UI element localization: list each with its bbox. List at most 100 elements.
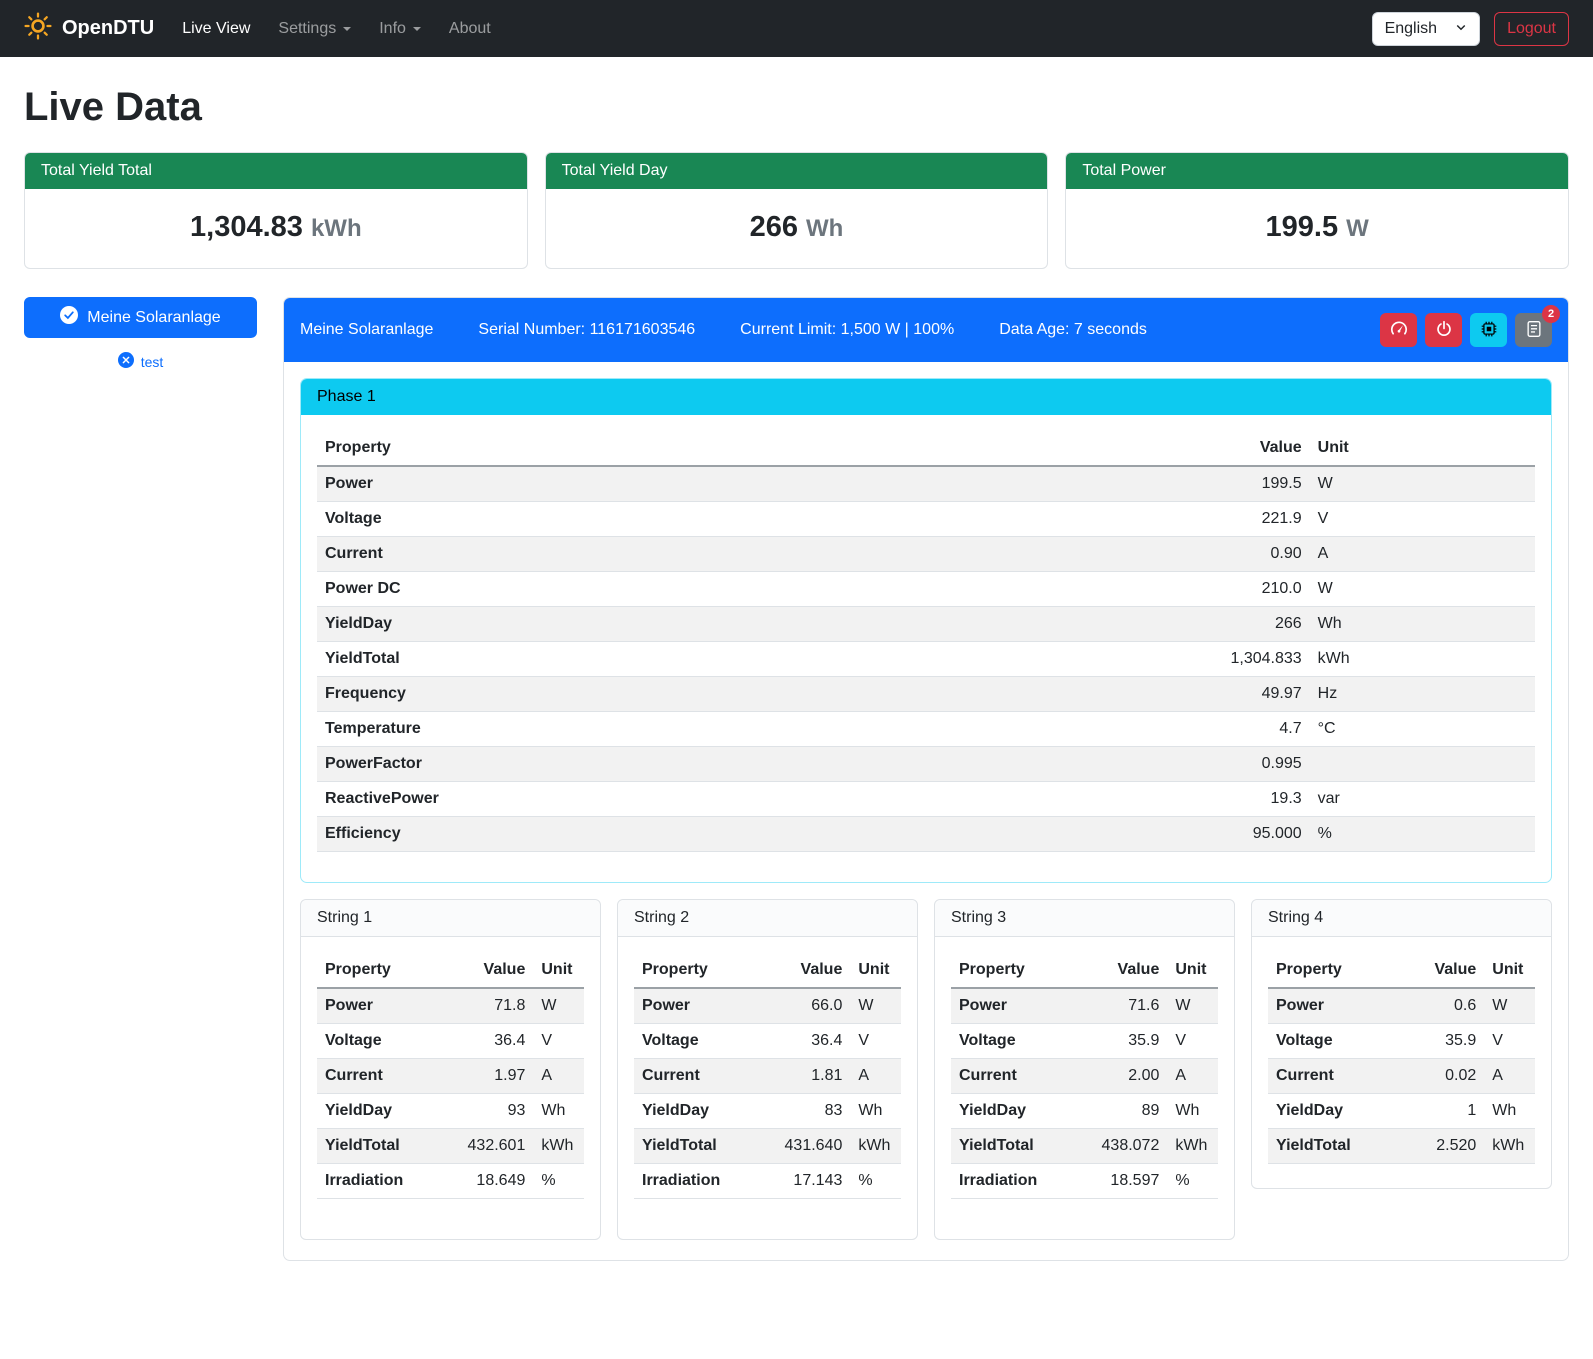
chevron-down-icon bbox=[413, 27, 421, 31]
cell-property: Irradiation bbox=[634, 1164, 777, 1199]
nav-info[interactable]: Info bbox=[379, 20, 421, 38]
nav-about[interactable]: About bbox=[449, 20, 491, 38]
cell-value: 431.640 bbox=[777, 1129, 851, 1164]
table-row: Voltage35.9V bbox=[1268, 1024, 1535, 1059]
cell-value: 18.597 bbox=[1094, 1164, 1168, 1199]
event-log-button[interactable]: 2 bbox=[1515, 313, 1552, 347]
cell-property: Current bbox=[634, 1059, 777, 1094]
main-nav: Live View Settings Info About bbox=[182, 20, 491, 38]
table-row: YieldTotal438.072kWh bbox=[951, 1129, 1218, 1164]
cell-value: 18.649 bbox=[460, 1164, 534, 1199]
cell-unit: W bbox=[1310, 572, 1535, 607]
device-info-button[interactable] bbox=[1470, 313, 1507, 347]
inverter-panel-body: Phase 1 Property Value Unit bbox=[284, 362, 1568, 1260]
inverter-panel: Meine Solaranlage Serial Number: 1161716… bbox=[283, 297, 1569, 1261]
limit-settings-button[interactable] bbox=[1380, 313, 1417, 347]
column-unit: Unit bbox=[1310, 431, 1535, 466]
card-body: 199.5W bbox=[1066, 189, 1568, 268]
table-row: Current1.97A bbox=[317, 1059, 584, 1094]
cell-property: Temperature bbox=[317, 712, 987, 747]
string-body: Property Value Unit Power0.6WVoltage35.9… bbox=[1252, 937, 1551, 1188]
table-row: Temperature4.7°C bbox=[317, 712, 1535, 747]
power-icon bbox=[1435, 320, 1453, 341]
cpu-icon bbox=[1480, 320, 1498, 341]
cell-value: 4.7 bbox=[987, 712, 1310, 747]
cell-value: 83 bbox=[777, 1094, 851, 1129]
cell-property: Current bbox=[317, 1059, 460, 1094]
string-body: Property Value Unit Power66.0WVoltage36.… bbox=[618, 937, 917, 1239]
summary-cards: Total Yield Total 1,304.83kWh Total Yiel… bbox=[24, 152, 1569, 269]
table-row: Frequency49.97Hz bbox=[317, 677, 1535, 712]
table-header-row: Property Value Unit bbox=[317, 953, 584, 988]
cell-value: 19.3 bbox=[987, 782, 1310, 817]
cell-property: Power bbox=[951, 988, 1094, 1024]
cell-value: 66.0 bbox=[777, 988, 851, 1024]
column-property: Property bbox=[634, 953, 777, 988]
column-value: Value bbox=[777, 953, 851, 988]
table-row: YieldTotal2.520kWh bbox=[1268, 1129, 1535, 1164]
table-header-row: Property Value Unit bbox=[634, 953, 901, 988]
cell-property: Power bbox=[317, 466, 987, 502]
string-title: String 1 bbox=[301, 900, 600, 937]
brand[interactable]: OpenDTU bbox=[24, 12, 154, 46]
cell-unit: V bbox=[1310, 502, 1535, 537]
cell-property: Frequency bbox=[317, 677, 987, 712]
language-select[interactable]: English bbox=[1372, 12, 1480, 46]
nav-settings[interactable]: Settings bbox=[278, 20, 351, 38]
navbar-right: English Logout bbox=[1372, 12, 1569, 46]
table-row: Power DC210.0W bbox=[317, 572, 1535, 607]
total-power-card: Total Power 199.5W bbox=[1065, 152, 1569, 269]
cell-property: YieldTotal bbox=[317, 1129, 460, 1164]
inverter-actions: 2 bbox=[1380, 313, 1552, 347]
cell-value: 0.6 bbox=[1412, 988, 1484, 1024]
cell-property: Power DC bbox=[317, 572, 987, 607]
string-body: Property Value Unit Power71.8WVoltage36.… bbox=[301, 937, 600, 1239]
cell-unit: Hz bbox=[1310, 677, 1535, 712]
cell-property: Irradiation bbox=[317, 1164, 460, 1199]
cell-property: Current bbox=[317, 537, 987, 572]
cell-property: YieldTotal bbox=[951, 1129, 1094, 1164]
column-unit: Unit bbox=[850, 953, 901, 988]
cell-property: YieldDay bbox=[317, 1094, 460, 1129]
sun-icon bbox=[24, 12, 52, 46]
speedometer-icon bbox=[1390, 320, 1408, 341]
phase-body: Property Value Unit Power199.5WVoltage22… bbox=[301, 415, 1551, 882]
cell-unit: V bbox=[850, 1024, 901, 1059]
column-value: Value bbox=[1094, 953, 1168, 988]
string-3-card: String 3 Property Value Unit bbox=[934, 899, 1235, 1240]
cell-value: 0.995 bbox=[987, 747, 1310, 782]
card-value: 1,304.83 bbox=[190, 211, 303, 243]
card-unit: kWh bbox=[311, 215, 362, 242]
cell-property: Efficiency bbox=[317, 817, 987, 852]
power-toggle-button[interactable] bbox=[1425, 313, 1462, 347]
table-row: Current0.02A bbox=[1268, 1059, 1535, 1094]
cell-value: 35.9 bbox=[1412, 1024, 1484, 1059]
table-row: Voltage36.4V bbox=[634, 1024, 901, 1059]
page: OpenDTU Live View Settings Info About En… bbox=[0, 0, 1593, 1359]
nav-info-label: Info bbox=[379, 20, 406, 38]
table-row: YieldDay1Wh bbox=[1268, 1094, 1535, 1129]
inverter-selected-label: Meine Solaranlage bbox=[87, 309, 220, 327]
cell-property: YieldTotal bbox=[1268, 1129, 1412, 1164]
inverter-item-test[interactable]: test bbox=[24, 352, 257, 371]
cell-unit: Wh bbox=[1310, 607, 1535, 642]
live-data-row: Meine Solaranlage test Meine Solaranlage bbox=[24, 297, 1569, 1261]
cell-property: Power bbox=[634, 988, 777, 1024]
inverter-panel-header: Meine Solaranlage Serial Number: 1161716… bbox=[284, 298, 1568, 362]
string-title: String 4 bbox=[1252, 900, 1551, 937]
cell-unit: W bbox=[1167, 988, 1218, 1024]
inverter-selected-button[interactable]: Meine Solaranlage bbox=[24, 297, 257, 338]
cell-unit: % bbox=[1167, 1164, 1218, 1199]
nav-live-view[interactable]: Live View bbox=[182, 20, 250, 38]
table-row: YieldTotal431.640kWh bbox=[634, 1129, 901, 1164]
cell-unit: A bbox=[533, 1059, 584, 1094]
string-table: Property Value Unit Power71.6WVoltage35.… bbox=[951, 953, 1218, 1199]
cell-value: 71.8 bbox=[460, 988, 534, 1024]
logout-button[interactable]: Logout bbox=[1494, 12, 1569, 46]
language-value: English bbox=[1385, 20, 1437, 38]
cell-value: 95.000 bbox=[987, 817, 1310, 852]
card-body: 266Wh bbox=[546, 189, 1048, 268]
table-row: Irradiation17.143% bbox=[634, 1164, 901, 1199]
cell-property: Voltage bbox=[951, 1024, 1094, 1059]
string-2-card: String 2 Property Value Unit bbox=[617, 899, 918, 1240]
